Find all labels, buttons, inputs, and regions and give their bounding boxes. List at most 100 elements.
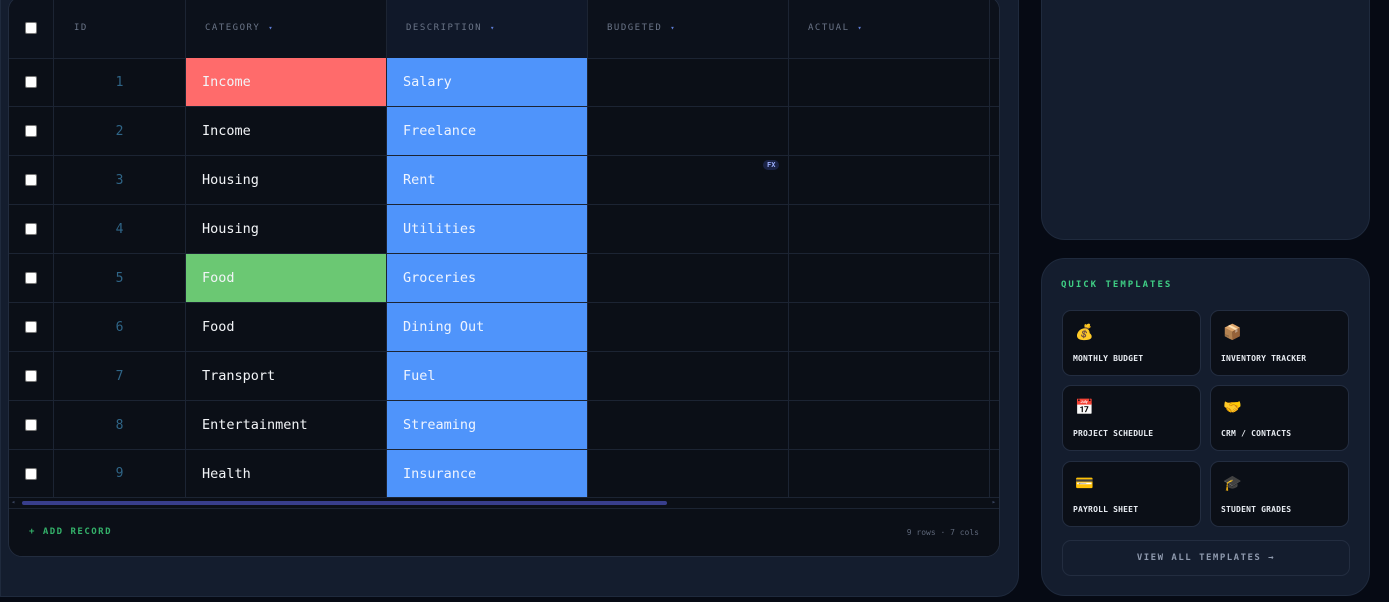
- category-cell[interactable]: Transport: [186, 352, 387, 401]
- id-cell[interactable]: 7: [54, 352, 186, 401]
- row-checkbox[interactable]: [25, 76, 37, 88]
- description-value: Utilities: [403, 221, 477, 237]
- category-cell[interactable]: Income: [186, 107, 387, 156]
- overflow-cell: [990, 401, 999, 450]
- actual-cell[interactable]: [789, 107, 990, 156]
- description-cell[interactable]: Salary: [387, 58, 588, 107]
- category-value: Housing: [202, 172, 259, 188]
- actual-cell[interactable]: [789, 352, 990, 401]
- description-cell[interactable]: Groceries: [387, 254, 588, 303]
- category-value: Entertainment: [202, 417, 308, 433]
- row-checkbox[interactable]: [25, 419, 37, 431]
- description-cell[interactable]: Insurance: [387, 450, 588, 498]
- column-header-description[interactable]: DESCRIPTION ▾: [387, 0, 588, 58]
- actual-cell[interactable]: [789, 254, 990, 303]
- row-select-cell: [9, 156, 54, 205]
- formula-badge[interactable]: FX: [763, 160, 780, 170]
- description-cell[interactable]: Rent: [387, 156, 588, 205]
- sort-caret-icon[interactable]: ▾: [670, 24, 674, 32]
- category-cell[interactable]: Housing: [186, 205, 387, 254]
- row-id: 4: [115, 221, 124, 237]
- row-id: 8: [115, 417, 124, 433]
- description-cell[interactable]: Utilities: [387, 205, 588, 254]
- row-checkbox[interactable]: [25, 272, 37, 284]
- horizontal-scrollbar[interactable]: ◂ ▸: [9, 498, 999, 508]
- id-cell[interactable]: 9: [54, 450, 186, 498]
- budgeted-cell[interactable]: [588, 254, 789, 303]
- row-checkbox[interactable]: [25, 370, 37, 382]
- calendar-icon: 📅: [1075, 398, 1094, 416]
- template-student-grades[interactable]: 🎓 STUDENT GRADES: [1210, 461, 1349, 527]
- template-payroll-sheet[interactable]: 💳 PAYROLL SHEET: [1062, 461, 1201, 527]
- scroll-left-icon[interactable]: ◂: [11, 498, 15, 506]
- category-cell[interactable]: Housing: [186, 156, 387, 205]
- actual-cell[interactable]: [789, 205, 990, 254]
- row-checkbox[interactable]: [25, 321, 37, 333]
- budgeted-cell[interactable]: [588, 401, 789, 450]
- id-cell[interactable]: 1: [54, 58, 186, 107]
- description-cell[interactable]: Dining Out: [387, 303, 588, 352]
- id-cell[interactable]: 5: [54, 254, 186, 303]
- table-row: 2 Income Freelance: [9, 107, 999, 156]
- side-panel-top: [1041, 0, 1370, 240]
- row-select-cell: [9, 254, 54, 303]
- description-value: Freelance: [403, 123, 477, 139]
- id-cell[interactable]: 2: [54, 107, 186, 156]
- actual-cell[interactable]: [789, 156, 990, 205]
- column-header-budgeted[interactable]: BUDGETED ▾: [588, 0, 789, 58]
- id-cell[interactable]: 6: [54, 303, 186, 352]
- template-inventory-tracker[interactable]: 📦 INVENTORY TRACKER: [1210, 310, 1349, 376]
- budgeted-cell[interactable]: [588, 58, 789, 107]
- template-label: PROJECT SCHEDULE: [1073, 429, 1154, 438]
- actual-cell[interactable]: [789, 401, 990, 450]
- column-header-category[interactable]: CATEGORY ▾: [186, 0, 387, 58]
- template-label: CRM / CONTACTS: [1221, 429, 1292, 438]
- select-all-checkbox[interactable]: [25, 21, 37, 34]
- column-header-label: ACTUAL: [808, 22, 850, 33]
- actual-cell[interactable]: [789, 58, 990, 107]
- column-header-actual[interactable]: ACTUAL ▾: [789, 0, 990, 58]
- budgeted-cell[interactable]: FX: [588, 156, 789, 205]
- budgeted-cell[interactable]: [588, 107, 789, 156]
- template-project-schedule[interactable]: 📅 PROJECT SCHEDULE: [1062, 385, 1201, 451]
- category-cell[interactable]: Entertainment: [186, 401, 387, 450]
- description-value: Salary: [403, 74, 452, 90]
- view-all-templates-button[interactable]: VIEW ALL TEMPLATES →: [1062, 540, 1350, 576]
- template-crm-contacts[interactable]: 🤝 CRM / CONTACTS: [1210, 385, 1349, 451]
- actual-cell[interactable]: [789, 303, 990, 352]
- id-cell[interactable]: 8: [54, 401, 186, 450]
- category-cell[interactable]: Food: [186, 254, 387, 303]
- template-monthly-budget[interactable]: 💰 MONTHLY BUDGET: [1062, 310, 1201, 376]
- sort-caret-icon[interactable]: ▾: [490, 24, 494, 32]
- category-value: Food: [202, 270, 235, 286]
- add-record-button[interactable]: + ADD RECORD: [29, 527, 112, 537]
- budgeted-cell[interactable]: [588, 205, 789, 254]
- actual-cell[interactable]: [789, 450, 990, 498]
- category-cell[interactable]: Income: [186, 58, 387, 107]
- budgeted-cell[interactable]: [588, 450, 789, 498]
- row-checkbox[interactable]: [25, 125, 37, 137]
- category-cell[interactable]: Health: [186, 450, 387, 498]
- spreadsheet-grid: ID CATEGORY ▾ DESCRIPTION ▾ BUDGETED ▾ A…: [8, 0, 1000, 557]
- row-checkbox[interactable]: [25, 174, 37, 186]
- description-cell[interactable]: Fuel: [387, 352, 588, 401]
- row-id: 3: [115, 172, 124, 188]
- row-checkbox[interactable]: [25, 223, 37, 235]
- row-checkbox[interactable]: [25, 467, 37, 480]
- category-value: Food: [202, 319, 235, 335]
- id-cell[interactable]: 3: [54, 156, 186, 205]
- table-row: 6 Food Dining Out: [9, 303, 999, 352]
- scroll-right-icon[interactable]: ▸: [992, 498, 996, 506]
- sort-caret-icon[interactable]: ▾: [268, 24, 272, 32]
- category-value: Health: [202, 465, 251, 482]
- description-cell[interactable]: Streaming: [387, 401, 588, 450]
- budgeted-cell[interactable]: [588, 303, 789, 352]
- id-cell[interactable]: 4: [54, 205, 186, 254]
- scrollbar-thumb[interactable]: [22, 501, 667, 505]
- description-cell[interactable]: Freelance: [387, 107, 588, 156]
- category-cell[interactable]: Food: [186, 303, 387, 352]
- sort-caret-icon[interactable]: ▾: [858, 24, 862, 32]
- column-header-id[interactable]: ID: [54, 0, 186, 58]
- template-label: MONTHLY BUDGET: [1073, 354, 1144, 363]
- budgeted-cell[interactable]: [588, 352, 789, 401]
